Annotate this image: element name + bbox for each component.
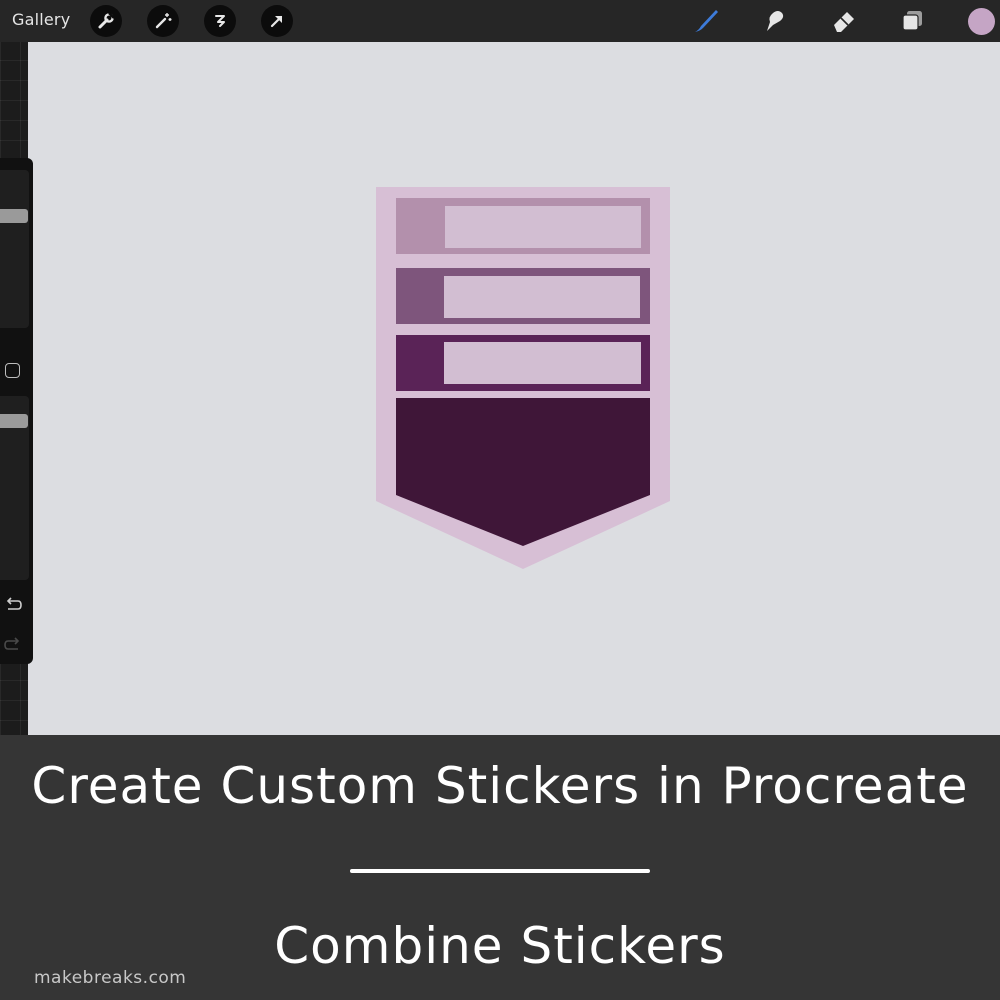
- selection-icon: [215, 15, 225, 27]
- wrench-icon: [98, 12, 115, 29]
- caption-banner: Create Custom Stickers in Procreate Comb…: [0, 735, 1000, 1000]
- band-2-label-box: [444, 276, 640, 318]
- redo-button[interactable]: [4, 636, 22, 658]
- undo-icon: [6, 597, 22, 610]
- band-3-label-box: [444, 342, 641, 384]
- left-sidebar: [0, 158, 33, 664]
- brush-size-slider[interactable]: [0, 170, 29, 328]
- brush-tool-button[interactable]: [690, 5, 722, 37]
- eraser-icon: [834, 12, 854, 32]
- subheadline: Combine Stickers: [274, 917, 726, 975]
- magic-wand-icon: [155, 13, 172, 29]
- site-credit: makebreaks.com: [34, 968, 187, 988]
- eraser-tool-button[interactable]: [828, 5, 860, 37]
- redo-icon: [4, 637, 20, 650]
- opacity-handle[interactable]: [0, 414, 28, 428]
- transform-arrow-icon: [270, 15, 283, 28]
- top-toolbar: Gallery: [0, 0, 1000, 42]
- shield-sticker-artwork: [376, 187, 670, 569]
- headline: Create Custom Stickers in Procreate: [31, 757, 969, 815]
- brush-size-handle[interactable]: [0, 209, 28, 223]
- layers-icon: [902, 11, 922, 31]
- layers-button[interactable]: [897, 5, 929, 37]
- undo-button[interactable]: [4, 596, 22, 618]
- drawing-canvas[interactable]: [28, 42, 1000, 735]
- actions-wrench-button[interactable]: [90, 5, 122, 37]
- adjustments-wand-button[interactable]: [147, 5, 179, 37]
- transform-button[interactable]: [261, 5, 293, 37]
- gallery-button[interactable]: Gallery: [12, 10, 70, 29]
- selection-button[interactable]: [204, 5, 236, 37]
- smudge-tool-button[interactable]: [758, 5, 790, 37]
- color-picker-swatch[interactable]: [968, 8, 995, 35]
- band-1-label-box: [445, 206, 641, 248]
- modify-button[interactable]: [5, 363, 20, 378]
- smudge-icon: [767, 11, 784, 31]
- divider-line: [350, 869, 650, 873]
- brush-icon: [695, 10, 718, 32]
